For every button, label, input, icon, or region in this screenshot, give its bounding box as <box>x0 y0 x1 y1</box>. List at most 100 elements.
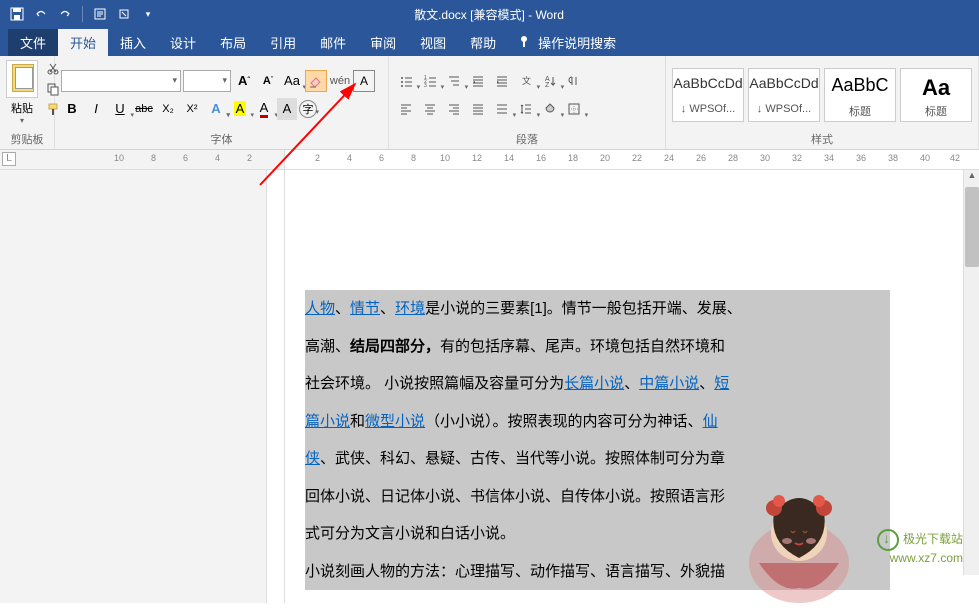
paste-icon <box>6 60 38 98</box>
paste-label: 粘贴 <box>6 100 38 116</box>
style-item-4[interactable]: Aa标题 <box>900 68 972 122</box>
link-duan[interactable]: 短 <box>714 375 729 392</box>
qat-extra-2[interactable] <box>113 3 135 25</box>
tell-me-search[interactable]: 操作说明搜索 <box>518 33 616 52</box>
show-marks-button[interactable] <box>563 70 585 92</box>
link-xia[interactable]: 侠 <box>305 450 320 467</box>
clipboard-group-label: 剪贴板 <box>6 129 48 149</box>
svg-text:3: 3 <box>424 83 427 88</box>
link-renwu[interactable]: 人物 <box>305 300 335 317</box>
link-changpian[interactable]: 长篇小说 <box>564 375 624 392</box>
document-area: 人物、情节、环境是小说的三要素[1]。情节一般包括开端、发展、 高潮、结局四部分… <box>0 170 979 603</box>
shrink-font-button[interactable]: Aˇ <box>257 70 279 92</box>
sort-button[interactable]: AZ <box>539 70 561 92</box>
watermark-url: www.xz7.com <box>877 551 963 565</box>
font-name-combo[interactable] <box>61 70 181 92</box>
change-case-button[interactable]: Aa <box>281 70 303 92</box>
tab-layout[interactable]: 布局 <box>208 29 258 56</box>
multilevel-list-button[interactable] <box>443 70 465 92</box>
align-center-button[interactable] <box>419 98 441 120</box>
styles-group-label: 样式 <box>672 129 972 149</box>
group-styles: AaBbCcDd↓ WPSOf... AaBbCcDd↓ WPSOf... Aa… <box>666 56 979 149</box>
scroll-thumb[interactable] <box>965 187 979 267</box>
paragraph-group-label: 段落 <box>395 129 659 149</box>
group-paragraph: 123 文 AZ <box>389 56 666 149</box>
tab-insert[interactable]: 插入 <box>108 29 158 56</box>
scroll-up-button[interactable]: ▲ <box>964 170 979 186</box>
left-gutter <box>0 170 285 603</box>
clear-format-button[interactable] <box>305 70 327 92</box>
tab-design[interactable]: 设计 <box>158 29 208 56</box>
tab-references[interactable]: 引用 <box>258 29 308 56</box>
char-shading-button[interactable]: A <box>277 98 297 120</box>
quick-access-toolbar: ▾ <box>0 3 159 25</box>
tab-mail[interactable]: 邮件 <box>308 29 358 56</box>
underline-button[interactable]: U <box>109 98 131 120</box>
tab-file[interactable]: 文件 <box>8 29 58 56</box>
ribbon-tabs: 文件 开始 插入 设计 布局 引用 邮件 审阅 视图 帮助 操作说明搜索 <box>0 28 979 56</box>
decrease-indent-button[interactable] <box>467 70 489 92</box>
superscript-button[interactable]: X² <box>181 98 203 120</box>
grow-font-button[interactable]: Aˆ <box>233 70 255 92</box>
bold-button[interactable]: B <box>61 98 83 120</box>
increase-indent-button[interactable] <box>491 70 513 92</box>
vertical-ruler[interactable] <box>266 170 284 603</box>
highlight-button[interactable]: A <box>229 98 251 120</box>
asian-layout-button[interactable]: 文 <box>515 70 537 92</box>
align-left-button[interactable] <box>395 98 417 120</box>
group-clipboard: 粘贴 ▾ 剪贴板 <box>0 56 55 149</box>
subscript-button[interactable]: X₂ <box>157 98 179 120</box>
style-item-3[interactable]: AaBbC标题 <box>824 68 896 122</box>
link-weixing[interactable]: 微型小说 <box>365 413 425 430</box>
tab-help[interactable]: 帮助 <box>458 29 508 56</box>
link-huanjing[interactable]: 环境 <box>395 300 425 317</box>
watermark-logo-icon <box>877 529 899 551</box>
group-font: Aˆ Aˇ Aa wén A B I U abc X₂ X² A A A <box>55 56 389 149</box>
strikethrough-button[interactable]: abc <box>133 98 155 120</box>
redo-button[interactable] <box>54 3 76 25</box>
tab-review[interactable]: 审阅 <box>358 29 408 56</box>
svg-text:Z: Z <box>545 82 550 88</box>
paste-button[interactable]: 粘贴 ▾ <box>6 60 38 125</box>
link-pianxiaoshuo[interactable]: 篇小说 <box>305 413 350 430</box>
title-bar: ▾ 散文.docx [兼容模式] - Word <box>0 0 979 28</box>
ribbon: 粘贴 ▾ 剪贴板 Aˆ Aˇ Aa wén <box>0 56 979 150</box>
vertical-scrollbar[interactable]: ▲ <box>963 170 979 575</box>
window-title: 散文.docx [兼容模式] - Word <box>159 6 819 23</box>
undo-button[interactable] <box>30 3 52 25</box>
tab-selector[interactable]: L <box>2 152 16 166</box>
qat-customize[interactable]: ▾ <box>137 3 159 25</box>
align-right-button[interactable] <box>443 98 465 120</box>
link-xian[interactable]: 仙 <box>703 413 718 430</box>
italic-button[interactable]: I <box>85 98 107 120</box>
tab-home[interactable]: 开始 <box>58 29 108 56</box>
font-color-button[interactable]: A <box>253 98 275 120</box>
enclose-char-button[interactable]: 字 <box>299 100 317 118</box>
char-border-button[interactable]: A <box>353 70 375 92</box>
tell-me-label: 操作说明搜索 <box>538 33 616 52</box>
font-size-combo[interactable] <box>183 70 231 92</box>
decorative-image <box>719 463 879 603</box>
style-item-2[interactable]: AaBbCcDd↓ WPSOf... <box>748 68 820 122</box>
font-group-label: 字体 <box>61 129 382 149</box>
svg-text:文: 文 <box>522 75 531 86</box>
link-zhongpian[interactable]: 中篇小说 <box>639 375 699 392</box>
numbering-button[interactable]: 123 <box>419 70 441 92</box>
bullets-button[interactable] <box>395 70 417 92</box>
distribute-button[interactable] <box>491 98 513 120</box>
qat-extra-1[interactable] <box>89 3 111 25</box>
style-item-1[interactable]: AaBbCcDd↓ WPSOf... <box>672 68 744 122</box>
save-button[interactable] <box>6 3 28 25</box>
link-qingjie[interactable]: 情节 <box>350 300 380 317</box>
watermark-site: 极光下载站 <box>903 532 963 546</box>
document-page[interactable]: 人物、情节、环境是小说的三要素[1]。情节一般包括开端、发展、 高潮、结局四部分… <box>285 170 979 603</box>
borders-button[interactable] <box>563 98 585 120</box>
horizontal-ruler[interactable]: L 10 8 6 4 2 2 4 6 8 10 12 14 16 18 20 2… <box>0 150 979 170</box>
text-effects-button[interactable]: A <box>205 98 227 120</box>
shading-button[interactable] <box>539 98 561 120</box>
tab-view[interactable]: 视图 <box>408 29 458 56</box>
phonetic-guide-button[interactable]: wén <box>329 70 351 92</box>
watermark: 极光下载站 www.xz7.com <box>877 529 963 565</box>
line-spacing-button[interactable] <box>515 98 537 120</box>
justify-button[interactable] <box>467 98 489 120</box>
